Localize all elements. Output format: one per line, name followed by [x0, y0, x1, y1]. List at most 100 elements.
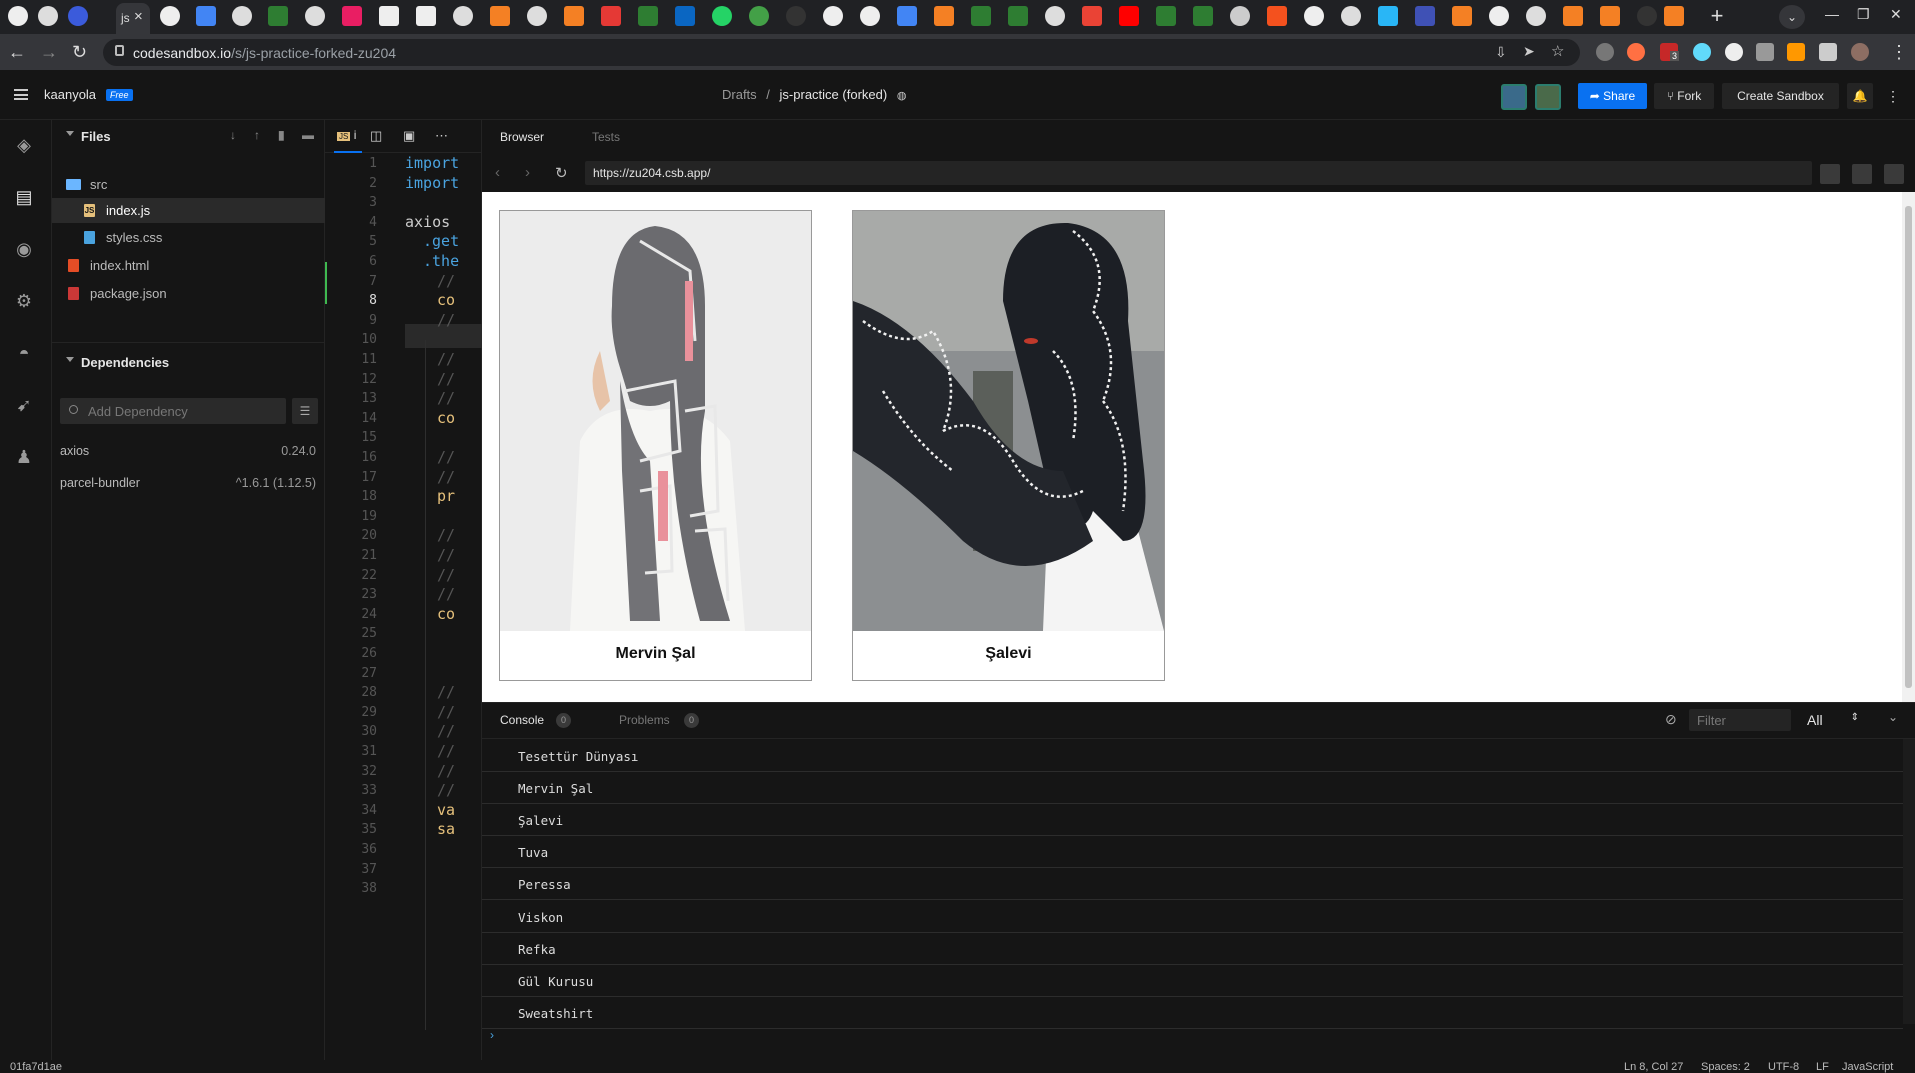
code-line[interactable]: sa: [437, 820, 455, 838]
new-tab-button[interactable]: +: [1705, 4, 1729, 28]
code-line[interactable]: //: [437, 389, 455, 407]
tab-favicon-icon[interactable]: [1378, 6, 1398, 26]
tab-favicon-icon[interactable]: [8, 6, 28, 26]
new-folder-icon[interactable]: ▬: [302, 128, 314, 142]
tab-favicon-icon[interactable]: [268, 6, 288, 26]
forward-icon[interactable]: →: [40, 42, 58, 62]
extension-icon[interactable]: [1725, 43, 1743, 61]
create-sandbox-button[interactable]: Create Sandbox: [1722, 83, 1839, 109]
settings-tab-icon[interactable]: [1304, 6, 1324, 26]
tab-favicon-icon[interactable]: [601, 6, 621, 26]
install-icon[interactable]: ⇩: [1495, 44, 1507, 61]
explorer-icon[interactable]: ▤: [13, 186, 35, 208]
close-tab-icon[interactable]: ×: [134, 8, 143, 25]
stackoverflow-tab-icon[interactable]: [1563, 6, 1583, 26]
file-index-js[interactable]: JS index.js: [52, 198, 325, 223]
tab-favicon-icon[interactable]: [1489, 6, 1509, 26]
code-line[interactable]: //: [437, 683, 455, 701]
preview-url-input[interactable]: https://zu204.csb.app/: [585, 161, 1812, 185]
folder-src[interactable]: src: [52, 172, 325, 197]
sandbox-name[interactable]: js-practice (forked): [780, 87, 888, 102]
encoding[interactable]: UTF-8: [1768, 1061, 1799, 1073]
google-tab-icon[interactable]: [305, 6, 325, 26]
fork-button[interactable]: ⑂ Fork: [1654, 83, 1714, 109]
deploy-rocket-icon[interactable]: ➹: [13, 394, 35, 416]
collapse-console-icon[interactable]: ⌄: [1888, 710, 1898, 724]
new-file-icon[interactable]: ▮: [278, 128, 285, 142]
linkedin-tab-icon[interactable]: [675, 6, 695, 26]
google-tab-icon[interactable]: [527, 6, 547, 26]
extension-icon[interactable]: [1596, 43, 1614, 61]
scrollbar-thumb[interactable]: [1905, 206, 1912, 688]
puzzle-icon[interactable]: [1819, 43, 1837, 61]
live-collaborate-icon[interactable]: ♟: [13, 446, 35, 468]
stackoverflow-tab-icon[interactable]: [1664, 6, 1684, 26]
code-line[interactable]: //: [437, 566, 455, 584]
file-index-html[interactable]: index.html: [52, 253, 325, 278]
code-line[interactable]: //: [437, 742, 455, 760]
stackoverflow-tab-icon[interactable]: [1452, 6, 1472, 26]
tab-favicon-icon[interactable]: [379, 6, 399, 26]
google-tab-icon[interactable]: [1045, 6, 1065, 26]
code-line[interactable]: //: [437, 350, 455, 368]
search-icon[interactable]: ◉: [13, 238, 35, 260]
code-line[interactable]: pr: [437, 487, 455, 505]
console-log-row[interactable]: Peressa: [482, 868, 1903, 901]
open-new-window-icon[interactable]: [1820, 164, 1840, 184]
screenshot-icon[interactable]: [1756, 43, 1774, 61]
tab-problems[interactable]: Problems: [619, 713, 670, 727]
console-filter-input[interactable]: Filter: [1689, 709, 1791, 731]
react-devtools-icon[interactable]: [1693, 43, 1711, 61]
console-log-row[interactable]: Gül Kurusu: [482, 965, 1903, 997]
tab-favicon-icon[interactable]: [1415, 6, 1435, 26]
tab-favicon-icon[interactable]: [1193, 6, 1213, 26]
bookmark-star-icon[interactable]: ☆: [1551, 42, 1564, 60]
tab-favicon-icon[interactable]: [638, 6, 658, 26]
extension-icon[interactable]: [1627, 43, 1645, 61]
log-level-select[interactable]: All ⇕: [1799, 709, 1867, 731]
profile-avatar[interactable]: [1851, 43, 1869, 61]
dependency-axios[interactable]: axios 0.24.0: [60, 444, 316, 458]
add-dependency-input[interactable]: Add Dependency: [60, 398, 286, 424]
tab-tests[interactable]: Tests: [592, 130, 620, 144]
console-log-row[interactable]: Refka: [482, 933, 1903, 965]
console-log-row[interactable]: Mervin Şal: [482, 772, 1903, 805]
gmail-tab-icon[interactable]: [1082, 6, 1102, 26]
file-package-json[interactable]: package.json: [52, 281, 325, 306]
split-view-icon[interactable]: ◫: [370, 128, 382, 144]
code-line[interactable]: //: [437, 781, 455, 799]
tab-favicon-icon[interactable]: [416, 6, 436, 26]
stackoverflow-tab-icon[interactable]: [490, 6, 510, 26]
project-info-icon[interactable]: ◈: [13, 134, 35, 156]
tab-favicon-icon[interactable]: [786, 6, 806, 26]
stackoverflow-tab-icon[interactable]: [1600, 6, 1620, 26]
preview-scrollbar[interactable]: [1902, 192, 1915, 702]
tab-favicon-icon[interactable]: [453, 6, 473, 26]
console-log-row[interactable]: Viskon: [482, 901, 1903, 933]
chrome-menu-icon[interactable]: ⋮: [1890, 42, 1908, 62]
stackoverflow-tab-icon[interactable]: [564, 6, 584, 26]
minimize-icon[interactable]: —: [1825, 6, 1839, 22]
code-line[interactable]: //: [437, 370, 455, 388]
toggle-devtools-icon[interactable]: [1884, 164, 1904, 184]
address-bar[interactable]: codesandbox.io/s/js-practice-forked-zu20…: [103, 39, 1580, 66]
code-line[interactable]: .the: [423, 252, 459, 270]
tab-favicon-icon[interactable]: [160, 6, 180, 26]
tab-favicon-icon[interactable]: [38, 6, 58, 26]
notifications-bell-icon[interactable]: 🔔: [1847, 83, 1873, 109]
tab-favicon-icon[interactable]: [823, 6, 843, 26]
tab-browser[interactable]: Browser: [500, 130, 544, 144]
share-button[interactable]: ➦ Share: [1578, 83, 1647, 109]
tab-favicon-icon[interactable]: [68, 6, 88, 26]
product-card[interactable]: Şalevi: [852, 210, 1165, 681]
tab-favicon-icon[interactable]: [342, 6, 362, 26]
collapse-all-icon[interactable]: ↓: [230, 128, 236, 142]
ublock-icon[interactable]: 3: [1660, 43, 1680, 61]
send-icon[interactable]: ➤: [1523, 43, 1535, 60]
code-line[interactable]: //: [437, 762, 455, 780]
translate-tab-icon[interactable]: [196, 6, 216, 26]
upload-icon[interactable]: ↑: [254, 128, 260, 142]
clear-console-icon[interactable]: ⊘: [1665, 711, 1677, 728]
translate-tab-icon[interactable]: [897, 6, 917, 26]
preview-window-icon[interactable]: ▣: [403, 128, 415, 144]
